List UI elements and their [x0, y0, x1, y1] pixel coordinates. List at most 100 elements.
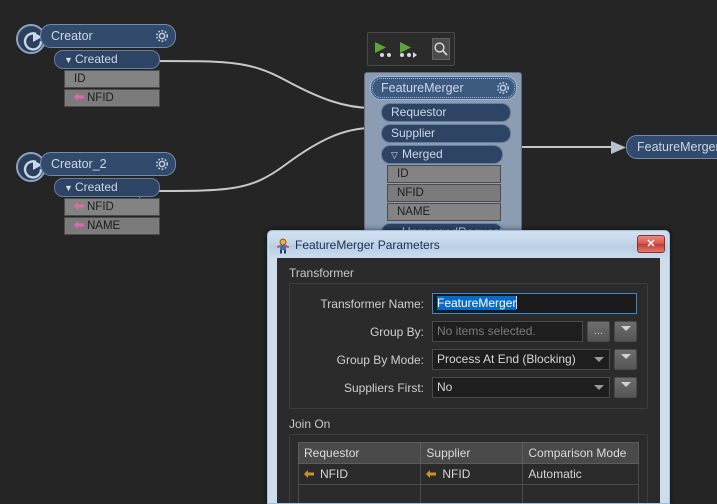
attribute-row[interactable]: ID	[387, 165, 501, 183]
field-label: Group By:	[369, 324, 424, 339]
node-title-featuremerger[interactable]: FeatureMerger	[370, 76, 517, 100]
chevron-down-icon	[620, 326, 631, 331]
group-by-mode-select[interactable]: Process At End (Blocking)	[432, 349, 610, 370]
attribute-row[interactable]: NFID	[64, 198, 160, 216]
attribute-row[interactable]: NAME	[64, 217, 160, 235]
table-row[interactable]: NFID NFID Automatic	[297, 463, 639, 485]
group-by-dropdown-button[interactable]	[614, 321, 637, 342]
dialog-body: Transformer Transformer Name: FeatureMer…	[277, 258, 660, 503]
cell-supplier[interactable]	[420, 484, 524, 503]
transformer-name-value: FeatureMerger	[437, 296, 517, 310]
attribute-marker-icon	[74, 219, 84, 229]
attribute-label: NFID	[87, 92, 114, 104]
cell-value: NFID	[320, 467, 348, 481]
port-supplier[interactable]: Supplier	[381, 124, 511, 143]
attribute-label: NAME	[87, 220, 121, 232]
expand-collapse-triangle-icon[interactable]: ▽	[391, 147, 400, 163]
close-icon[interactable]: ✕	[637, 235, 665, 253]
port-created[interactable]: ▼ Created	[54, 178, 160, 197]
group-by-mode-dropdown-button[interactable]	[614, 349, 637, 370]
fme-transformer-icon	[275, 237, 291, 254]
dialog-titlebar[interactable]: FeatureMerger Parameters ✕	[269, 232, 668, 258]
node-title-text: Creator_2	[51, 157, 107, 171]
attribute-label: NAME	[397, 206, 431, 218]
table-header-row: Requestor Supplier Comparison Mode	[297, 442, 639, 464]
field-transformer-name: Transformer Name: FeatureMerger	[300, 293, 637, 314]
gear-icon[interactable]	[154, 28, 170, 44]
expand-collapse-triangle-icon[interactable]: ▼	[64, 180, 73, 196]
attribute-marker-icon	[74, 91, 84, 101]
transformer-group: Transformer Name: FeatureMerger Group By…	[289, 283, 648, 409]
port-requestor[interactable]: Requestor	[381, 103, 511, 122]
attribute-marker-icon	[426, 468, 437, 478]
port-label: Supplier	[391, 126, 436, 140]
gear-icon[interactable]	[154, 156, 170, 172]
join-on-table[interactable]: Requestor Supplier Comparison Mode NFID	[297, 442, 639, 503]
magnifier-icon[interactable]	[432, 38, 450, 60]
cell-requestor[interactable]	[297, 484, 422, 503]
cell-requestor[interactable]: NFID	[297, 463, 422, 485]
transformer-name-input[interactable]: FeatureMerger	[432, 293, 637, 314]
node-featuremerger-2[interactable]: FeatureMerger_	[626, 135, 717, 159]
column-header-requestor[interactable]: Requestor	[297, 442, 422, 464]
node-title-text: Creator	[51, 29, 93, 43]
node-title-featuremerger-2[interactable]: FeatureMerger_	[626, 135, 717, 159]
section-label-join-on: Join On	[289, 417, 331, 431]
join-on-group: Requestor Supplier Comparison Mode NFID	[289, 434, 648, 503]
attribute-row[interactable]: NFID	[387, 184, 501, 202]
attribute-label: ID	[74, 73, 86, 85]
attribute-label: NFID	[87, 201, 114, 213]
node-title-creator[interactable]: Creator	[40, 24, 176, 48]
node-creator-2[interactable]: Creator_2 ▼ Created NFID NAME	[16, 152, 176, 235]
field-label: Suppliers First:	[343, 380, 424, 395]
run-to-this-icon[interactable]	[373, 38, 393, 60]
featuremerger-parameters-dialog[interactable]: FeatureMerger Parameters ✕ Transformer T…	[267, 230, 670, 504]
chevron-down-icon	[620, 382, 631, 387]
field-group-by-mode: Group By Mode: Process At End (Blocking)	[300, 349, 637, 370]
run-from-this-icon[interactable]	[398, 38, 418, 60]
cell-comparison-mode[interactable]: Automatic	[522, 463, 639, 485]
chevron-down-icon	[620, 354, 631, 359]
text-caret	[516, 296, 518, 309]
field-label: Group By Mode:	[336, 352, 424, 367]
group-by-input[interactable]: No items selected.	[432, 321, 583, 342]
node-creator[interactable]: Creator ▼ Created ID NFID	[16, 24, 176, 107]
attribute-marker-icon	[74, 200, 84, 210]
node-title-creator-2[interactable]: Creator_2	[40, 152, 176, 176]
group-by-browse-button[interactable]: …	[587, 321, 610, 342]
dialog-title-text: FeatureMerger Parameters	[295, 238, 440, 252]
run-toolbar[interactable]	[367, 32, 455, 66]
suppliers-first-value: No	[437, 380, 453, 394]
gear-icon[interactable]	[495, 80, 511, 96]
cell-supplier[interactable]: NFID	[420, 463, 524, 485]
port-label: Requestor	[391, 105, 447, 119]
field-group-by: Group By: No items selected. …	[300, 321, 637, 342]
group-by-mode-value: Process At End (Blocking)	[437, 352, 576, 366]
column-header-supplier[interactable]: Supplier	[420, 442, 524, 464]
port-label: Created	[75, 52, 118, 66]
suppliers-first-select[interactable]: No	[432, 377, 610, 398]
attribute-label: NFID	[397, 187, 424, 199]
attribute-row[interactable]: NFID	[64, 89, 160, 107]
node-title-text: FeatureMerger_	[637, 140, 717, 154]
attribute-row-name[interactable]: NAME	[387, 203, 501, 221]
node-title-text: FeatureMerger	[381, 81, 464, 95]
attribute-marker-icon	[304, 468, 314, 478]
expand-collapse-triangle-icon[interactable]: ▼	[64, 52, 73, 68]
cell-comparison-mode[interactable]	[522, 484, 639, 503]
table-row[interactable]	[297, 484, 639, 503]
node-featuremerger[interactable]: FeatureMerger Requestor Supplier ▽ Merged…	[364, 72, 522, 242]
port-label: Merged	[402, 147, 443, 161]
suppliers-first-dropdown-button[interactable]	[614, 377, 637, 398]
attribute-label: ID	[397, 168, 409, 180]
section-label-transformer: Transformer	[289, 266, 354, 280]
port-label: Created	[75, 180, 118, 194]
group-by-placeholder: No items selected.	[437, 324, 536, 338]
port-created[interactable]: ▼ Created	[54, 50, 160, 69]
app-root: Creator ▼ Created ID NFID Creator_2 ▼ Cr…	[0, 0, 717, 504]
port-merged[interactable]: ▽ Merged	[381, 145, 503, 164]
column-header-comparison-mode[interactable]: Comparison Mode	[522, 442, 639, 464]
field-suppliers-first: Suppliers First: No	[300, 377, 637, 398]
attribute-row[interactable]: ID	[64, 70, 160, 88]
cell-value: NFID	[442, 467, 471, 481]
